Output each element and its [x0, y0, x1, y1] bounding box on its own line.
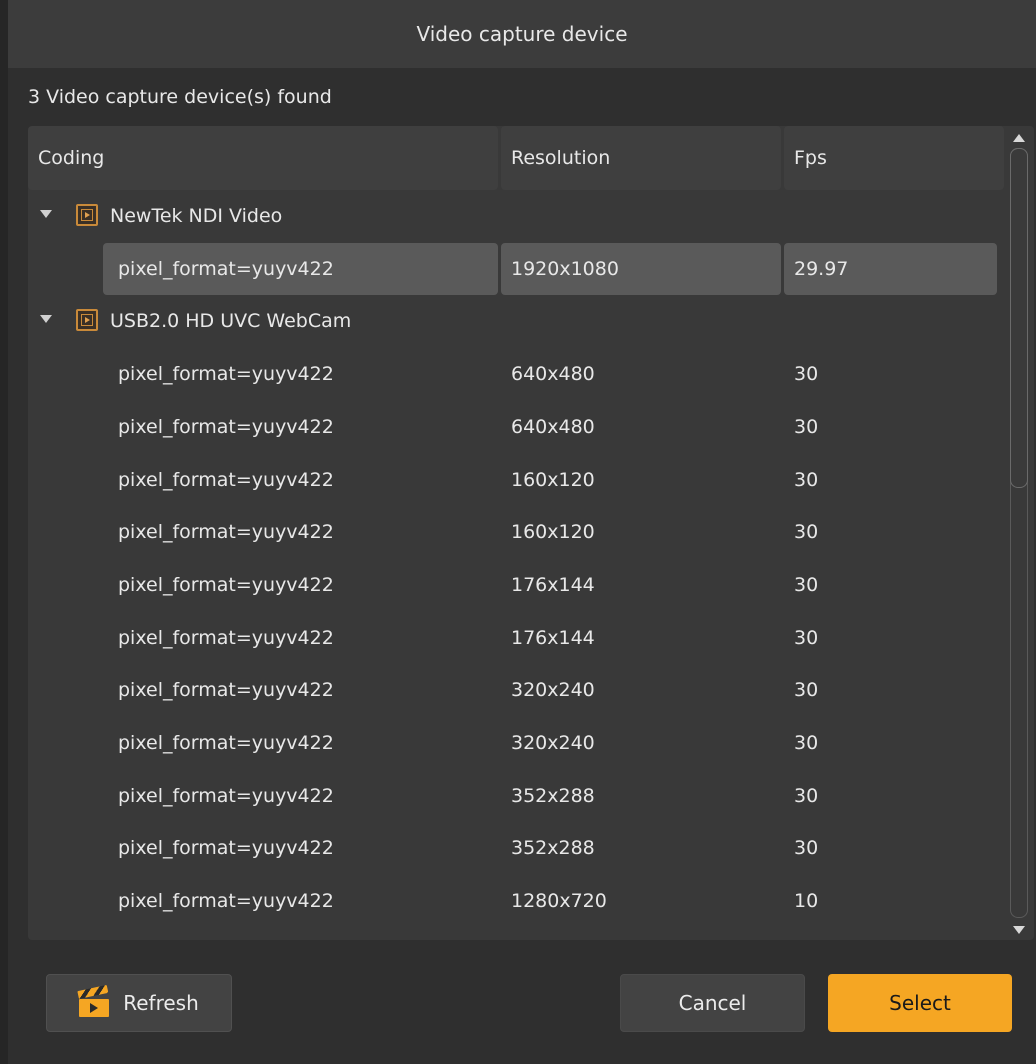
refresh-button[interactable]: Refresh	[46, 974, 232, 1032]
format-row[interactable]: pixel_format=yuyv422 1280x720 10	[28, 875, 1004, 927]
format-resolution-cell: 640x480	[511, 415, 595, 438]
device-name: NewTek NDI Video	[110, 205, 283, 227]
format-row[interactable]: pixel_format=yuyv422 176x144 30	[28, 612, 1004, 664]
clapperboard-icon	[77, 984, 111, 1017]
scroll-down-arrow-icon[interactable]	[1013, 926, 1025, 934]
device-tree[interactable]: Coding Resolution Fps NewTek NDI Video pi…	[28, 126, 1034, 940]
video-device-icon	[76, 204, 98, 226]
format-row[interactable]: pixel_format=yuyv422 352x288 30	[28, 822, 1004, 874]
format-coding-cell: pixel_format=yuyv422	[118, 837, 334, 860]
column-header-fps[interactable]: Fps	[784, 126, 1004, 190]
column-header-coding[interactable]: Coding	[28, 126, 498, 190]
scroll-thumb[interactable]	[1010, 148, 1028, 488]
cancel-button[interactable]: Cancel	[620, 974, 805, 1032]
device-row[interactable]: USB2.0 HD UVC WebCam	[28, 295, 1004, 347]
refresh-button-label: Refresh	[123, 991, 199, 1015]
format-fps-cell: 30	[794, 837, 819, 860]
vertical-scrollbar[interactable]	[1008, 134, 1030, 934]
format-resolution-cell: 160x120	[511, 521, 595, 544]
format-fps-cell: 30	[794, 468, 819, 491]
format-coding-cell: pixel_format=yuyv422	[118, 784, 334, 807]
format-resolution-cell: 176x144	[511, 626, 595, 649]
format-fps-cell: 30	[794, 415, 819, 438]
format-fps-cell: 29.97	[794, 257, 849, 280]
format-resolution-cell: 320x240	[511, 679, 595, 702]
format-coding-cell: pixel_format=yuyv422	[118, 679, 334, 702]
format-row[interactable]: pixel_format=yuyv422 352x288 30	[28, 770, 1004, 822]
format-coding-cell: pixel_format=yuyv422	[118, 257, 334, 280]
format-fps-cell: 10	[794, 890, 819, 913]
video-device-icon	[76, 309, 98, 332]
format-resolution-cell: 1280x720	[511, 890, 607, 913]
format-row[interactable]: pixel_format=yuyv422 160x120 30	[28, 506, 1004, 558]
format-resolution-cell: 160x120	[511, 468, 595, 491]
format-coding-cell: pixel_format=yuyv422	[118, 573, 334, 596]
tree-header: Coding Resolution Fps	[28, 126, 1004, 190]
format-fps-cell: 30	[794, 573, 819, 596]
device-row[interactable]: NewTek NDI Video	[28, 190, 1004, 242]
format-resolution-cell: 320x240	[511, 732, 595, 754]
video-capture-dialog: Video capture device 3 Video capture dev…	[0, 0, 1036, 1064]
expand-arrow-icon[interactable]	[40, 315, 52, 324]
format-resolution-cell: 640x480	[511, 363, 595, 386]
dialog-title: Video capture device	[8, 0, 1036, 68]
format-coding-cell: pixel_format=yuyv422	[118, 890, 334, 913]
scroll-up-arrow-icon[interactable]	[1013, 134, 1025, 142]
device-name: USB2.0 HD UVC WebCam	[110, 310, 352, 333]
column-header-resolution[interactable]: Resolution	[501, 126, 781, 190]
format-coding-cell: pixel_format=yuyv422	[118, 521, 334, 544]
format-resolution-cell: 352x288	[511, 784, 595, 807]
expand-arrow-icon[interactable]	[40, 210, 52, 218]
format-coding-cell: pixel_format=yuyv422	[118, 732, 334, 754]
format-fps-cell: 30	[794, 732, 819, 754]
format-row[interactable]: pixel_format=yuyv422 640x480 30	[28, 401, 1004, 453]
format-row[interactable]: pixel_format=yuyv422 176x144 30	[28, 559, 1004, 611]
format-coding-cell: pixel_format=yuyv422	[118, 415, 334, 438]
format-resolution-cell: 1920x1080	[511, 257, 619, 280]
format-row[interactable]: pixel_format=yuyv422 320x240 30	[28, 664, 1004, 716]
format-fps-cell: 30	[794, 521, 819, 544]
format-resolution-cell: 352x288	[511, 837, 595, 860]
format-fps-cell: 30	[794, 784, 819, 807]
format-row[interactable]: pixel_format=yuyv422 160x120 30	[28, 454, 1004, 506]
format-fps-cell: 30	[794, 679, 819, 702]
format-fps-cell: 30	[794, 626, 819, 649]
format-fps-cell: 30	[794, 363, 819, 386]
format-coding-cell: pixel_format=yuyv422	[118, 363, 334, 386]
select-button[interactable]: Select	[828, 974, 1012, 1032]
format-coding-cell: pixel_format=yuyv422	[118, 626, 334, 649]
devices-found-label: 3 Video capture device(s) found	[28, 86, 332, 108]
format-resolution-cell: 176x144	[511, 573, 595, 596]
format-row[interactable]: pixel_format=yuyv422 1920x1080 29.97	[28, 242, 1004, 295]
format-coding-cell: pixel_format=yuyv422	[118, 468, 334, 491]
format-row[interactable]: pixel_format=yuyv422 640x480 30	[28, 348, 1004, 400]
format-row[interactable]: pixel_format=yuyv422 320x240 30	[28, 717, 1004, 769]
